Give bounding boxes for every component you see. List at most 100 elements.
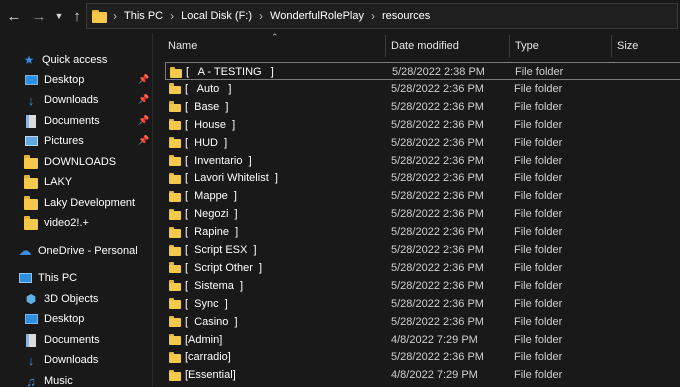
breadcrumb-chevron-icon: › xyxy=(113,9,117,23)
file-list-pane: ⌃ Name Date modified Type Size [ A - TES… xyxy=(152,32,680,387)
file-name: [ Mappe ] xyxy=(169,187,237,205)
file-name: [carradio] xyxy=(169,348,231,366)
pin-icon: 📌 xyxy=(138,74,150,84)
back-button[interactable]: ← xyxy=(6,6,22,26)
file-date-modified: 5/28/2022 2:38 PM xyxy=(392,66,485,78)
file-type: File folder xyxy=(514,226,563,239)
file-name-label: [Essential] xyxy=(185,369,236,382)
file-row[interactable]: [ HUD ] 5/28/2022 2:36 PM File folder xyxy=(165,134,680,152)
column-header-type[interactable]: Type xyxy=(515,33,611,58)
pin-icon: 📌 xyxy=(138,94,150,104)
folder-icon xyxy=(169,262,181,274)
folder-icon xyxy=(24,155,38,169)
column-header-date[interactable]: Date modified xyxy=(391,33,509,58)
file-name-label: [ Lavori Whitelist ] xyxy=(185,172,278,185)
breadcrumb-resources[interactable]: resources xyxy=(382,10,430,22)
file-date-modified: 5/28/2022 2:36 PM xyxy=(391,351,484,364)
file-date-modified: 5/28/2022 2:36 PM xyxy=(391,190,484,203)
breadcrumb-local-disk[interactable]: Local Disk (F:) xyxy=(181,10,252,22)
file-row[interactable]: [Essential] 4/8/2022 7:29 PM File folder xyxy=(165,366,680,384)
file-row[interactable]: [ A - TESTING ] 5/28/2022 2:38 PM File fol… xyxy=(165,62,680,80)
folder-icon xyxy=(169,280,181,292)
file-row[interactable]: [ Lavori Whitelist ] 5/28/2022 2:36 PM Fil… xyxy=(165,169,680,187)
up-button[interactable]: ↑ xyxy=(69,6,85,26)
file-row[interactable]: [ Script ESX ] 5/28/2022 2:36 PM File fold… xyxy=(165,241,680,259)
file-date-modified: 5/28/2022 2:36 PM xyxy=(391,244,484,256)
file-type: File folder xyxy=(514,261,563,274)
file-row[interactable]: [ Sistema ] 5/28/2022 2:36 PM File folder xyxy=(165,277,680,295)
column-header-name[interactable]: Name xyxy=(168,33,383,58)
file-name: [ Script ESX ] xyxy=(169,241,257,259)
breadcrumb-this-pc[interactable]: This PC xyxy=(124,10,163,22)
file-row[interactable]: [ Inventario ] 5/28/2022 2:36 PM File fold… xyxy=(165,152,680,170)
desktop-icon xyxy=(24,73,38,87)
folder-icon xyxy=(24,216,38,230)
file-type: File folder xyxy=(514,100,563,113)
file-row[interactable]: [ Script Other ] 5/28/2022 2:36 PM File fo… xyxy=(165,259,680,277)
folder-icon xyxy=(169,101,181,113)
column-divider[interactable] xyxy=(385,35,386,57)
breadcrumb-chevron-icon: › xyxy=(170,9,175,23)
folder-icon xyxy=(169,244,181,256)
file-row[interactable]: [ Rapine ] 5/28/2022 2:36 PM File folder xyxy=(165,223,680,241)
folder-icon xyxy=(169,298,181,310)
file-row[interactable]: [ Casino ] 5/28/2022 2:36 PM File folder xyxy=(165,313,680,331)
download-icon: ↓ xyxy=(27,92,35,108)
file-date-modified: 4/8/2022 7:29 PM xyxy=(391,333,478,346)
file-type: File folder xyxy=(514,190,563,203)
address-bar[interactable]: › This PC › Local Disk (F:) › WonderfulR… xyxy=(86,3,678,29)
forward-button[interactable]: → xyxy=(31,6,47,26)
file-name: [Admin] xyxy=(169,331,222,349)
file-row[interactable]: [ Sync ] 5/28/2022 2:36 PM File folder xyxy=(165,295,680,313)
file-date-modified: 5/28/2022 2:36 PM xyxy=(391,261,484,274)
3d-objects-icon: ⬢ xyxy=(25,292,37,306)
arrow-left-icon: ← xyxy=(6,7,22,25)
file-type: File folder xyxy=(514,244,563,256)
file-row[interactable]: [ Base ] 5/28/2022 2:36 PM File folder xyxy=(165,98,680,116)
file-row[interactable]: [carradio] 5/28/2022 2:36 PM File folder xyxy=(165,348,680,366)
file-date-modified: 5/28/2022 2:36 PM xyxy=(391,136,484,149)
file-date-modified: 5/28/2022 2:36 PM xyxy=(391,82,484,95)
file-name-label: [Admin] xyxy=(185,333,223,346)
file-type: File folder xyxy=(514,279,563,292)
file-name: [ Base ] xyxy=(169,98,228,116)
breadcrumb-chevron-icon: › xyxy=(259,9,264,23)
pictures-icon xyxy=(24,134,38,148)
file-name-label: [ Mappe ] xyxy=(185,190,237,203)
folder-icon xyxy=(169,316,181,328)
file-row[interactable]: [ House ] 5/28/2022 2:36 PM File folder xyxy=(165,116,680,134)
column-header-size[interactable]: Size xyxy=(617,33,677,58)
file-type: File folder xyxy=(514,172,563,185)
file-type: File folder xyxy=(514,297,563,310)
folder-icon xyxy=(169,83,181,95)
breadcrumb-wonderfulroleplay[interactable]: WonderfulRolePlay xyxy=(270,10,364,22)
folder-icon xyxy=(169,226,181,238)
file-type: File folder xyxy=(514,369,563,382)
sidebar-onedrive[interactable]: ☁ OneDrive - Personal xyxy=(18,241,170,261)
download-icon: ↓ xyxy=(27,352,35,368)
column-divider[interactable] xyxy=(611,35,612,57)
file-name-label: [ Casino ] xyxy=(185,315,238,328)
sidebar-this-pc[interactable]: This PC xyxy=(18,268,170,288)
file-name-label: [ Auto ] xyxy=(185,82,232,95)
file-name-label: [ A - TESTING ] xyxy=(186,66,274,78)
file-date-modified: 5/28/2022 2:36 PM xyxy=(391,297,484,310)
file-date-modified: 5/28/2022 2:36 PM xyxy=(391,100,484,113)
desktop-icon xyxy=(24,312,38,326)
folder-icon xyxy=(169,351,181,363)
folder-icon xyxy=(169,172,181,184)
navigation-pane: ★ Quick access Desktop 📌 ↓ Downloads 📌 D… xyxy=(0,33,152,387)
navigation-bar: ← → ▼ ↑ › This PC › Local Disk (F:) › Wo… xyxy=(0,0,680,33)
folder-icon xyxy=(24,196,38,210)
file-date-modified: 5/28/2022 2:36 PM xyxy=(391,118,484,131)
file-row[interactable]: [ Negozi ] 5/28/2022 2:36 PM File folder xyxy=(165,205,680,223)
file-row[interactable]: [ Auto ] 5/28/2022 2:36 PM File folder xyxy=(165,80,680,98)
file-row[interactable]: [ Mappe ] 5/28/2022 2:36 PM File folder xyxy=(165,187,680,205)
folder-icon xyxy=(24,175,38,189)
file-row[interactable]: [Admin] 4/8/2022 7:29 PM File folder xyxy=(165,331,680,349)
folder-icon xyxy=(169,119,181,131)
arrow-up-icon: ↑ xyxy=(73,7,81,25)
column-divider[interactable] xyxy=(509,35,510,57)
recent-locations-button[interactable]: ▼ xyxy=(53,6,65,26)
file-type: File folder xyxy=(514,136,563,149)
